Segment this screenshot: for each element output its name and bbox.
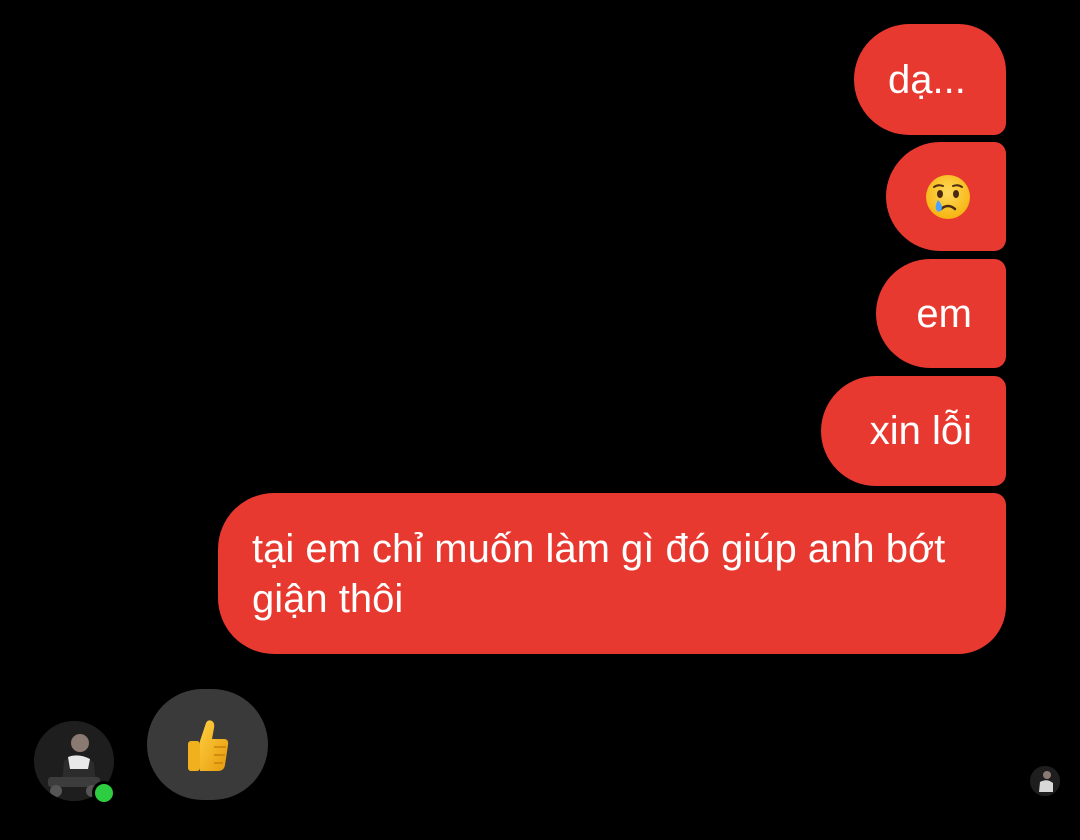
thumbs-up-message[interactable] <box>147 689 268 800</box>
message-text: tại em chỉ muốn làm gì đó giúp anh bớt g… <box>252 526 946 621</box>
thumbs-up-icon <box>187 719 228 771</box>
message-text: xin lỗi <box>869 409 972 453</box>
message-bubble[interactable]: xin lỗi <box>821 376 1006 486</box>
read-receipt-photo-icon <box>1030 766 1060 796</box>
message-bubble[interactable]: dạ... <box>854 24 1006 135</box>
message-bubble[interactable]: em <box>876 259 1006 368</box>
crying-face-icon <box>926 174 970 219</box>
message-text: dạ... <box>888 57 966 102</box>
online-status-dot <box>92 781 116 805</box>
message-bubble-emoji[interactable] <box>886 142 1006 251</box>
message-bubble[interactable]: tại em chỉ muốn làm gì đó giúp anh bớt g… <box>218 493 1006 654</box>
message-text: em <box>916 291 972 336</box>
read-receipt-avatar <box>1030 766 1060 796</box>
